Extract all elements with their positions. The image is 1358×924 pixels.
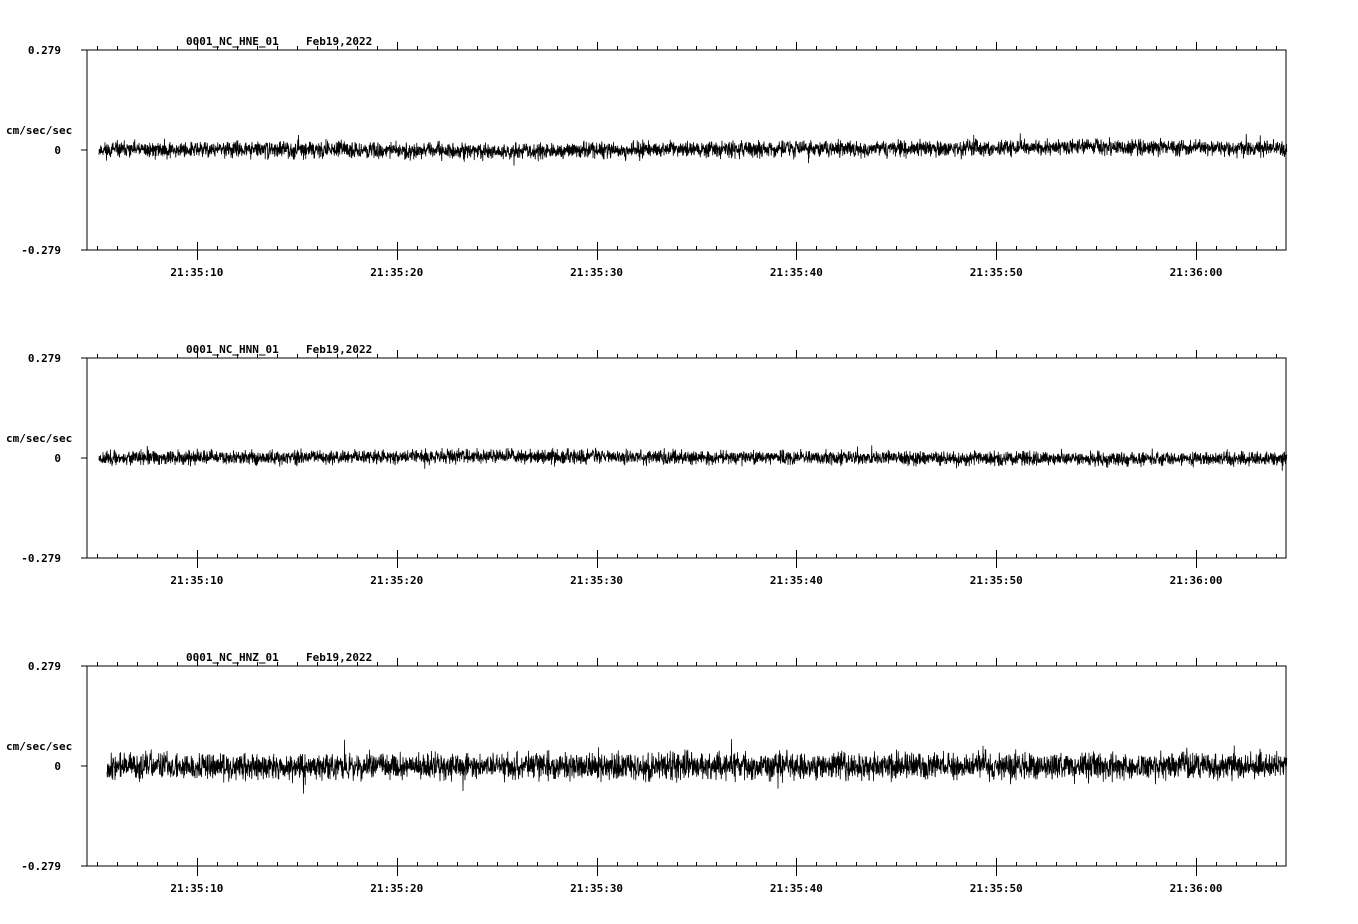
x-tick-label: 21:36:00	[1170, 882, 1223, 895]
panel-title: 0001_NC_HNE_01	[186, 35, 279, 48]
y-tick-label-min: -0.279	[21, 244, 61, 257]
x-tick-label: 21:35:50	[970, 882, 1023, 895]
x-tick-label: 21:35:20	[370, 266, 423, 279]
panel-3: 0001_NC_HNZ_01 Feb19,2022 0.279 0 -0.279 cm/s…	[6, 651, 1288, 895]
panel-date: Feb19,2022	[306, 343, 372, 356]
y-tick-label-min: -0.279	[21, 860, 61, 873]
x-tick-label: 21:35:50	[970, 266, 1023, 279]
panel-title: 0001_NC_HNN_01	[186, 343, 279, 356]
panel-title: 0001_NC_HNZ_01	[186, 651, 279, 664]
waveform-trace	[98, 445, 1288, 471]
panel-date: Feb19,2022	[306, 35, 372, 48]
x-tick-label: 21:36:00	[1170, 574, 1223, 587]
panel-date: Feb19,2022	[306, 651, 372, 664]
x-tick-label: 21:35:20	[370, 574, 423, 587]
seismogram-figure: 0001_NC_HNE_01 Feb19,2022 0.279 0 -0.279 cm/s…	[6, 35, 1288, 895]
x-tick-label: 21:35:50	[970, 574, 1023, 587]
x-tick-label: 21:35:30	[570, 266, 623, 279]
x-tick-label: 21:36:00	[1170, 266, 1223, 279]
panel-1: 0001_NC_HNE_01 Feb19,2022 0.279 0 -0.279 cm/s…	[6, 35, 1288, 279]
y-axis-label: cm/sec/sec	[6, 740, 72, 753]
y-tick-label-max: 0.279	[28, 660, 61, 673]
y-axis-label: cm/sec/sec	[6, 432, 72, 445]
y-tick-label-max: 0.279	[28, 352, 61, 365]
y-axis-label: cm/sec/sec	[6, 124, 72, 137]
x-tick-label: 21:35:30	[570, 882, 623, 895]
waveform-trace	[106, 739, 1288, 794]
x-tick-label: 21:35:10	[170, 882, 223, 895]
x-tick-label: 21:35:30	[570, 574, 623, 587]
y-tick-label-zero: 0	[54, 144, 61, 157]
x-tick-label: 21:35:40	[770, 266, 823, 279]
x-tick-label: 21:35:10	[170, 574, 223, 587]
panel-2: 0001_NC_HNN_01 Feb19,2022 0.279 0 -0.279 cm/s…	[6, 343, 1288, 587]
y-tick-label-max: 0.279	[28, 44, 61, 57]
y-tick-label-min: -0.279	[21, 552, 61, 565]
x-tick-label: 21:35:40	[770, 574, 823, 587]
y-tick-label-zero: 0	[54, 760, 61, 773]
x-tick-label: 21:35:40	[770, 882, 823, 895]
x-tick-label: 21:35:10	[170, 266, 223, 279]
waveform-trace	[98, 133, 1288, 166]
y-tick-label-zero: 0	[54, 452, 61, 465]
x-tick-label: 21:35:20	[370, 882, 423, 895]
